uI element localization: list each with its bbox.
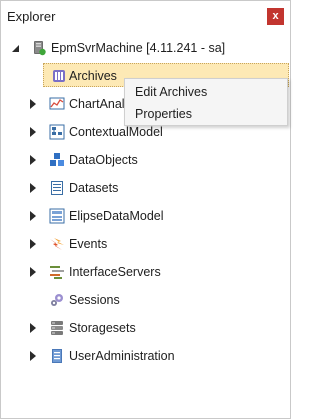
collapsed-arrow-icon[interactable] bbox=[28, 99, 38, 109]
storagesets-icon bbox=[49, 320, 65, 336]
titlebar: Explorer x bbox=[1, 1, 290, 33]
tree-item-label: InterfaceServers bbox=[69, 265, 161, 279]
tree-item-label: Storagesets bbox=[69, 321, 136, 335]
events-icon bbox=[49, 236, 65, 252]
datasets-icon bbox=[49, 180, 65, 196]
sessions-icon bbox=[49, 292, 65, 308]
collapsed-arrow-icon[interactable] bbox=[28, 127, 38, 137]
explorer-window: Explorer x EpmSvrMachine [4.11.241 - sa] bbox=[0, 0, 291, 419]
tree-item-label: Archives bbox=[69, 69, 117, 83]
interface-servers-icon bbox=[49, 264, 65, 280]
chart-icon bbox=[49, 96, 65, 112]
tree-item-label: ChartAnaly bbox=[69, 97, 131, 111]
collapsed-arrow-icon[interactable] bbox=[28, 155, 38, 165]
tree-root-node[interactable]: EpmSvrMachine [4.11.241 - sa] bbox=[1, 37, 290, 59]
close-icon: x bbox=[272, 10, 279, 22]
tree-item-label: Sessions bbox=[69, 293, 120, 307]
close-button[interactable]: x bbox=[267, 8, 284, 25]
archive-icon bbox=[51, 68, 67, 84]
user-admin-icon bbox=[49, 348, 65, 364]
collapsed-arrow-icon[interactable] bbox=[28, 267, 38, 277]
tree-item-label: ElipseDataModel bbox=[69, 209, 164, 223]
tree-item-sessions[interactable]: Sessions bbox=[1, 289, 290, 311]
tree-item-storagesets[interactable]: Storagesets bbox=[1, 317, 290, 339]
collapsed-arrow-icon[interactable] bbox=[28, 323, 38, 333]
tree-item-label: UserAdministration bbox=[69, 349, 175, 363]
context-menu: Edit Archives Properties bbox=[124, 78, 288, 126]
tree-item-label: ContextualModel bbox=[69, 125, 163, 139]
menu-item-properties[interactable]: Properties bbox=[135, 104, 192, 124]
tree-root-label: EpmSvrMachine [4.11.241 - sa] bbox=[51, 41, 226, 55]
tree-item-label: Datasets bbox=[69, 181, 119, 195]
tree-item-elipsedatamodel[interactable]: ElipseDataModel bbox=[1, 205, 290, 227]
tree-item-useradministration[interactable]: UserAdministration bbox=[1, 345, 290, 367]
collapsed-arrow-icon[interactable] bbox=[28, 183, 38, 193]
tree-item-datasets[interactable]: Datasets bbox=[1, 177, 290, 199]
window-title: Explorer bbox=[7, 9, 56, 24]
collapsed-arrow-icon[interactable] bbox=[28, 211, 38, 221]
tree-item-label: DataObjects bbox=[69, 153, 138, 167]
collapsed-arrow-icon[interactable] bbox=[28, 351, 38, 361]
expanded-arrow-icon[interactable] bbox=[10, 43, 20, 53]
tree-item-events[interactable]: Events bbox=[1, 233, 290, 255]
collapsed-arrow-icon[interactable] bbox=[28, 239, 38, 249]
data-model-icon bbox=[49, 208, 65, 224]
server-icon bbox=[31, 40, 47, 56]
tree-item-dataobjects[interactable]: DataObjects bbox=[1, 149, 290, 171]
model-icon bbox=[49, 124, 65, 140]
menu-item-edit-archives[interactable]: Edit Archives bbox=[135, 82, 207, 102]
tree-item-label: Events bbox=[69, 237, 108, 251]
data-objects-icon bbox=[49, 152, 65, 168]
tree-item-interfaceservers[interactable]: InterfaceServers bbox=[1, 261, 290, 283]
